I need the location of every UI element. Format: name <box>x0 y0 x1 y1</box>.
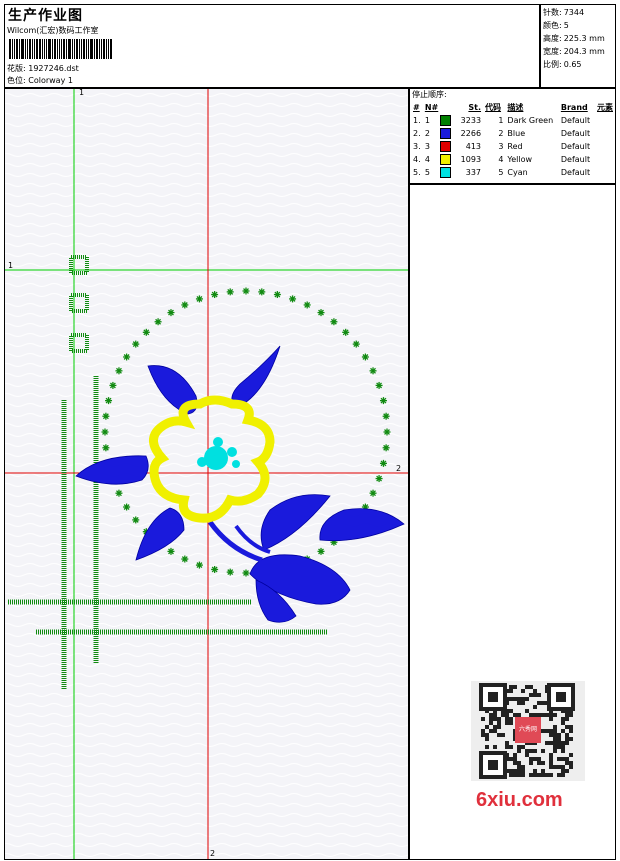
guide-label-red-h: 2 <box>396 464 401 473</box>
center-disc <box>204 446 228 470</box>
qr-stamp: 六秀网 <box>515 717 541 743</box>
qr-code: 六秀网 <box>471 681 585 781</box>
guide-label-red-v: 2 <box>210 849 215 858</box>
center-dot <box>197 457 207 467</box>
center-dot <box>227 447 237 457</box>
guide-label-green-v: 1 <box>79 88 84 97</box>
center-dot <box>232 460 240 468</box>
guide-label-green-h: 1 <box>8 261 13 270</box>
watermark-text: 6xiu.com <box>476 789 563 811</box>
center-dot <box>213 437 223 447</box>
